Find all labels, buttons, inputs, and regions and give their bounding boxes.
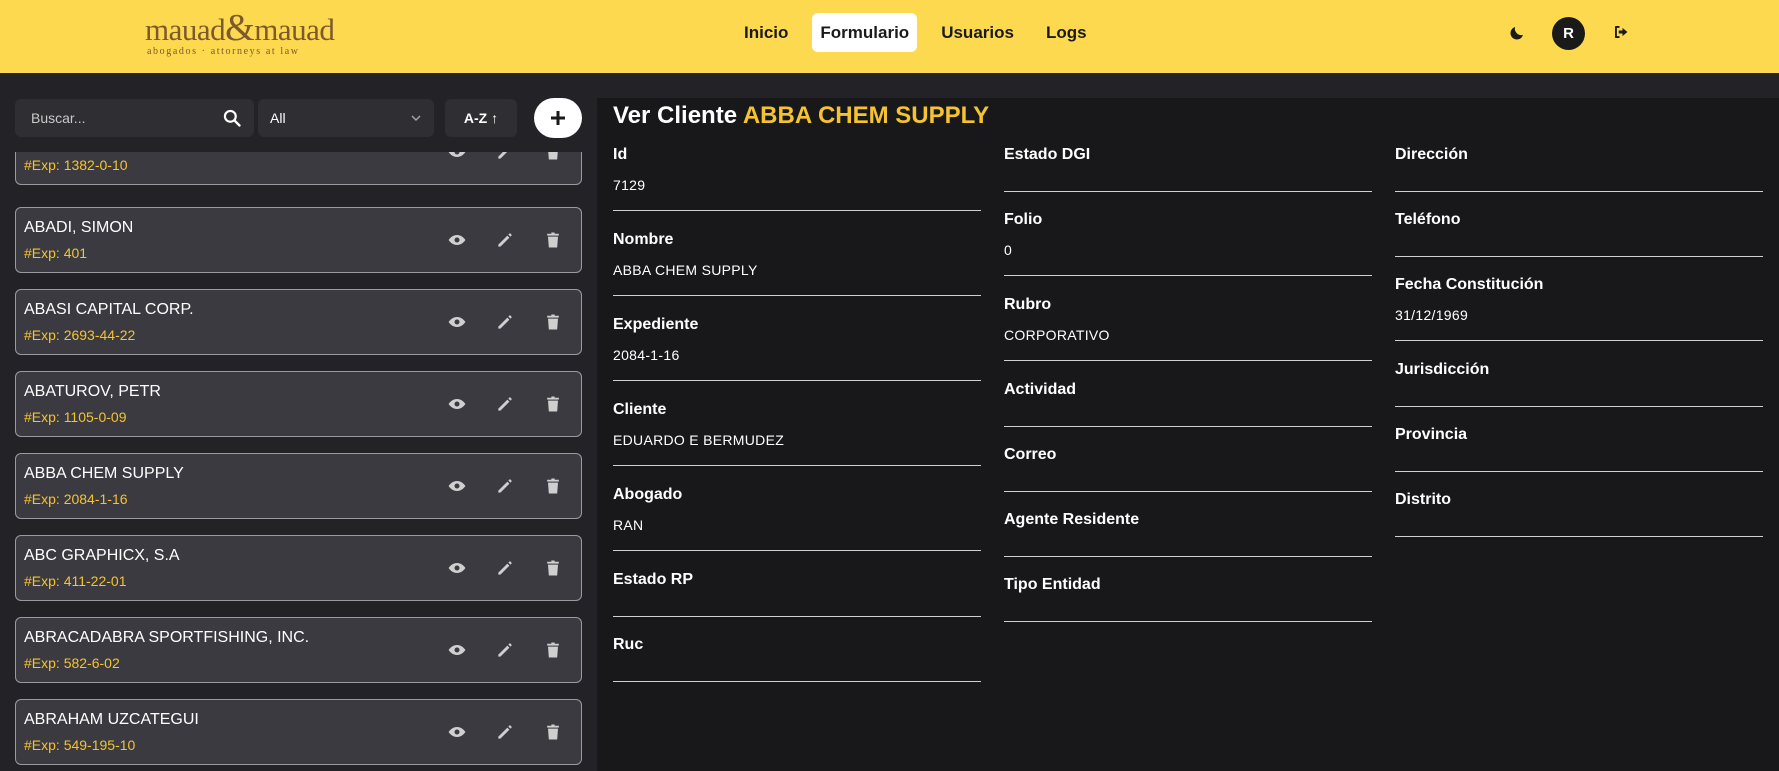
eye-icon[interactable] [447, 230, 467, 250]
trash-icon[interactable] [543, 558, 563, 578]
detail-column-3: Dirección Teléfono Fecha Constitución 31/… [1395, 146, 1763, 556]
trash-icon[interactable] [543, 152, 563, 162]
list-item[interactable]: ABASI CAPITAL CORP. #Exp: 2693-44-22 [15, 289, 582, 355]
nav-usuarios[interactable]: Usuarios [933, 13, 1022, 52]
client-exp: #Exp: 1105-0-09 [24, 409, 127, 425]
sort-button[interactable]: A-Z ↑ [445, 99, 517, 137]
field-ruc: Ruc [613, 636, 981, 682]
field-direccion: Dirección [1395, 146, 1763, 192]
search-box [15, 99, 254, 137]
user-avatar[interactable]: R [1552, 17, 1585, 50]
detail-column-1: Id 7129 Nombre ABBA CHEM SUPPLY Expediente… [613, 146, 981, 701]
nav-formulario[interactable]: Formulario [812, 13, 918, 52]
top-navbar: mauad&mauad abogados · attorneys at law … [0, 0, 1779, 73]
field-folio: Folio 0 [1004, 211, 1372, 276]
pencil-icon[interactable] [495, 558, 515, 578]
field-agente-residente: Agente Residente [1004, 511, 1372, 557]
pencil-icon[interactable] [495, 394, 515, 414]
client-exp: #Exp: 401 [24, 245, 88, 261]
client-name: ABBA CHEM SUPPLY [24, 465, 184, 482]
search-icon[interactable] [222, 108, 242, 128]
eye-icon[interactable] [447, 312, 467, 332]
field-estado-rp: Estado RP [613, 571, 981, 617]
logout-icon[interactable] [1612, 23, 1630, 41]
trash-icon[interactable] [543, 394, 563, 414]
list-item[interactable]: ABRACADABRA SPORTFISHING, INC. #Exp: 582… [15, 617, 582, 683]
client-list: #Exp: 1382-0-10 ABADI, SIMON #Exp: 401 A… [0, 152, 596, 771]
chevron-down-icon [411, 115, 421, 121]
field-cliente: Cliente EDUARDO E BERMUDEZ [613, 401, 981, 466]
field-expediente: Expediente 2084-1-16 [613, 316, 981, 381]
field-actividad: Actividad [1004, 381, 1372, 427]
eye-icon[interactable] [447, 558, 467, 578]
client-exp: #Exp: 1382-0-10 [24, 157, 128, 173]
field-telefono: Teléfono [1395, 211, 1763, 257]
list-item[interactable]: ABBA CHEM SUPPLY #Exp: 2084-1-16 [15, 453, 582, 519]
main-nav: Inicio Formulario Usuarios Logs [736, 13, 1095, 52]
field-id: Id 7129 [613, 146, 981, 211]
eye-icon[interactable] [447, 152, 467, 162]
client-exp: #Exp: 582-6-02 [24, 655, 120, 671]
list-item[interactable]: #Exp: 1382-0-10 [15, 152, 582, 185]
field-correo: Correo [1004, 446, 1372, 492]
pencil-icon[interactable] [495, 722, 515, 742]
eye-icon[interactable] [447, 722, 467, 742]
client-name: ABRAHAM UZCATEGUI [24, 711, 199, 728]
trash-icon[interactable] [543, 476, 563, 496]
pencil-icon[interactable] [495, 152, 515, 162]
field-nombre: Nombre ABBA CHEM SUPPLY [613, 231, 981, 296]
field-abogado: Abogado RAN [613, 486, 981, 551]
field-estado-dgi: Estado DGI [1004, 146, 1372, 192]
field-distrito: Distrito [1395, 491, 1763, 537]
list-item[interactable]: ABATUROV, PETR #Exp: 1105-0-09 [15, 371, 582, 437]
list-item[interactable]: ABRAHAM UZCATEGUI #Exp: 549-195-10 [15, 699, 582, 765]
logo-tagline: abogados · attorneys at law [147, 46, 300, 57]
field-fecha-constitucion: Fecha Constitución 31/12/1969 [1395, 276, 1763, 341]
pencil-icon[interactable] [495, 640, 515, 660]
list-item[interactable]: ABC GRAPHICX, S.A #Exp: 411-22-01 [15, 535, 582, 601]
client-name: ABATUROV, PETR [24, 383, 161, 400]
eye-icon[interactable] [447, 640, 467, 660]
client-exp: #Exp: 2693-44-22 [24, 327, 136, 343]
client-name: ABADI, SIMON [24, 219, 134, 236]
moon-icon[interactable] [1508, 24, 1526, 42]
field-jurisdiccion: Jurisdicción [1395, 361, 1763, 407]
eye-icon[interactable] [447, 476, 467, 496]
eye-icon[interactable] [447, 394, 467, 414]
add-client-button[interactable] [534, 98, 582, 138]
filter-value: All [270, 110, 286, 126]
nav-logs[interactable]: Logs [1038, 13, 1095, 52]
filter-select[interactable]: All [258, 99, 434, 137]
field-rubro: Rubro CORPORATIVO [1004, 296, 1372, 361]
page-title: Ver Cliente ABBA CHEM SUPPLY [613, 102, 990, 129]
field-provincia: Provincia [1395, 426, 1763, 472]
client-exp: #Exp: 549-195-10 [24, 737, 136, 753]
client-exp: #Exp: 2084-1-16 [24, 491, 128, 507]
nav-inicio[interactable]: Inicio [736, 13, 796, 52]
pencil-icon[interactable] [495, 230, 515, 250]
client-name: ABRACADABRA SPORTFISHING, INC. [24, 629, 310, 646]
trash-icon[interactable] [543, 722, 563, 742]
client-detail-panel: Ver Cliente ABBA CHEM SUPPLY Id 7129 Nomb… [597, 98, 1779, 771]
company-logo[interactable]: mauad&mauad abogados · attorneys at law [145, 7, 345, 58]
detail-column-2: Estado DGI Folio 0 Rubro CORPORATIVO Activ… [1004, 146, 1372, 641]
pencil-icon[interactable] [495, 476, 515, 496]
client-name: ABASI CAPITAL CORP. [24, 301, 194, 318]
trash-icon[interactable] [543, 640, 563, 660]
pencil-icon[interactable] [495, 312, 515, 332]
field-tipo-entidad: Tipo Entidad [1004, 576, 1372, 622]
trash-icon[interactable] [543, 230, 563, 250]
client-name: ABC GRAPHICX, S.A [24, 547, 180, 564]
list-item[interactable]: ABADI, SIMON #Exp: 401 [15, 207, 582, 273]
logo-wordmark: mauad&mauad [145, 7, 335, 49]
client-exp: #Exp: 411-22-01 [24, 573, 127, 589]
search-input[interactable] [15, 99, 215, 137]
trash-icon[interactable] [543, 312, 563, 332]
